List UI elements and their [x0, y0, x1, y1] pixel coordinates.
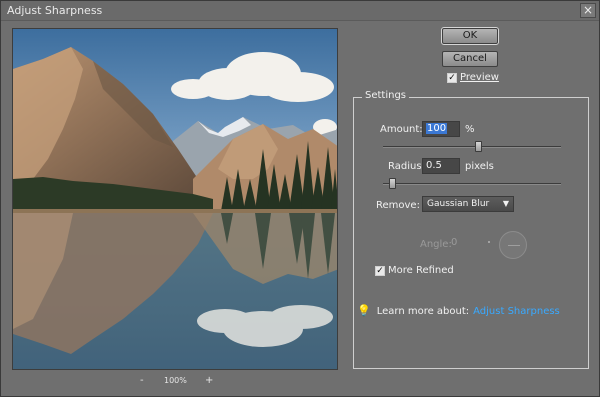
learn-more-label: Learn more about:: [376, 306, 470, 317]
more-refined-checkbox[interactable]: ✓ More Refined: [375, 265, 454, 277]
amount-label: Amount:: [380, 124, 423, 135]
amount-input[interactable]: 100: [422, 121, 460, 137]
radius-slider-thumb[interactable]: [389, 178, 396, 189]
radius-label: Radius:: [388, 161, 425, 172]
angle-dial: [499, 231, 527, 259]
preview-checkbox[interactable]: ✓ Preview: [447, 72, 499, 84]
zoom-in-button[interactable]: +: [205, 375, 213, 386]
amount-unit: %: [465, 124, 475, 135]
preview-label: Preview: [460, 72, 499, 83]
amount-slider-track[interactable]: [383, 146, 561, 148]
zoom-out-button[interactable]: -: [140, 375, 144, 386]
lightbulb-icon: 💡: [357, 304, 371, 317]
angle-value: 0: [451, 237, 458, 248]
learn-more: 💡 Learn more about: Adjust Sharpness: [357, 304, 560, 317]
zoom-controls: - 100% +: [12, 373, 338, 387]
settings-legend: Settings: [362, 90, 410, 101]
chevron-down-icon: ▼: [502, 199, 509, 208]
radius-input[interactable]: 0.5: [422, 158, 460, 174]
close-icon: ×: [582, 3, 594, 17]
radius-value: 0.5: [426, 160, 442, 171]
ok-button[interactable]: OK: [441, 27, 499, 45]
checkmark-icon[interactable]: ✓: [447, 72, 457, 83]
image-preview[interactable]: [12, 28, 338, 370]
settings-group: [353, 97, 589, 369]
more-refined-label: More Refined: [388, 265, 454, 276]
remove-label: Remove:: [376, 200, 420, 211]
amount-slider-thumb[interactable]: [475, 141, 482, 152]
close-button[interactable]: ×: [580, 3, 596, 18]
amount-value: 100: [426, 123, 448, 134]
angle-dot: [488, 241, 490, 243]
title-bar[interactable]: Adjust Sharpness ×: [1, 1, 599, 21]
radius-unit: pixels: [465, 161, 494, 172]
remove-selected: Gaussian Blur: [427, 199, 490, 209]
remove-label-text: Remove:: [376, 200, 420, 211]
learn-more-link[interactable]: Adjust Sharpness: [473, 306, 560, 317]
zoom-level: 100%: [164, 376, 187, 385]
radius-slider-track[interactable]: [383, 183, 561, 185]
cancel-button[interactable]: Cancel: [442, 51, 498, 67]
adjust-sharpness-dialog: Adjust Sharpness × - 100% + OK Cancel ✓ …: [0, 0, 600, 397]
landscape-preview-image: [13, 29, 337, 369]
remove-dropdown[interactable]: Gaussian Blur ▼: [422, 196, 514, 212]
angle-label: Angle:: [420, 239, 452, 250]
checkmark-icon[interactable]: ✓: [375, 265, 385, 276]
window-title: Adjust Sharpness: [7, 4, 103, 17]
preview-label-text: Preview: [460, 72, 499, 83]
